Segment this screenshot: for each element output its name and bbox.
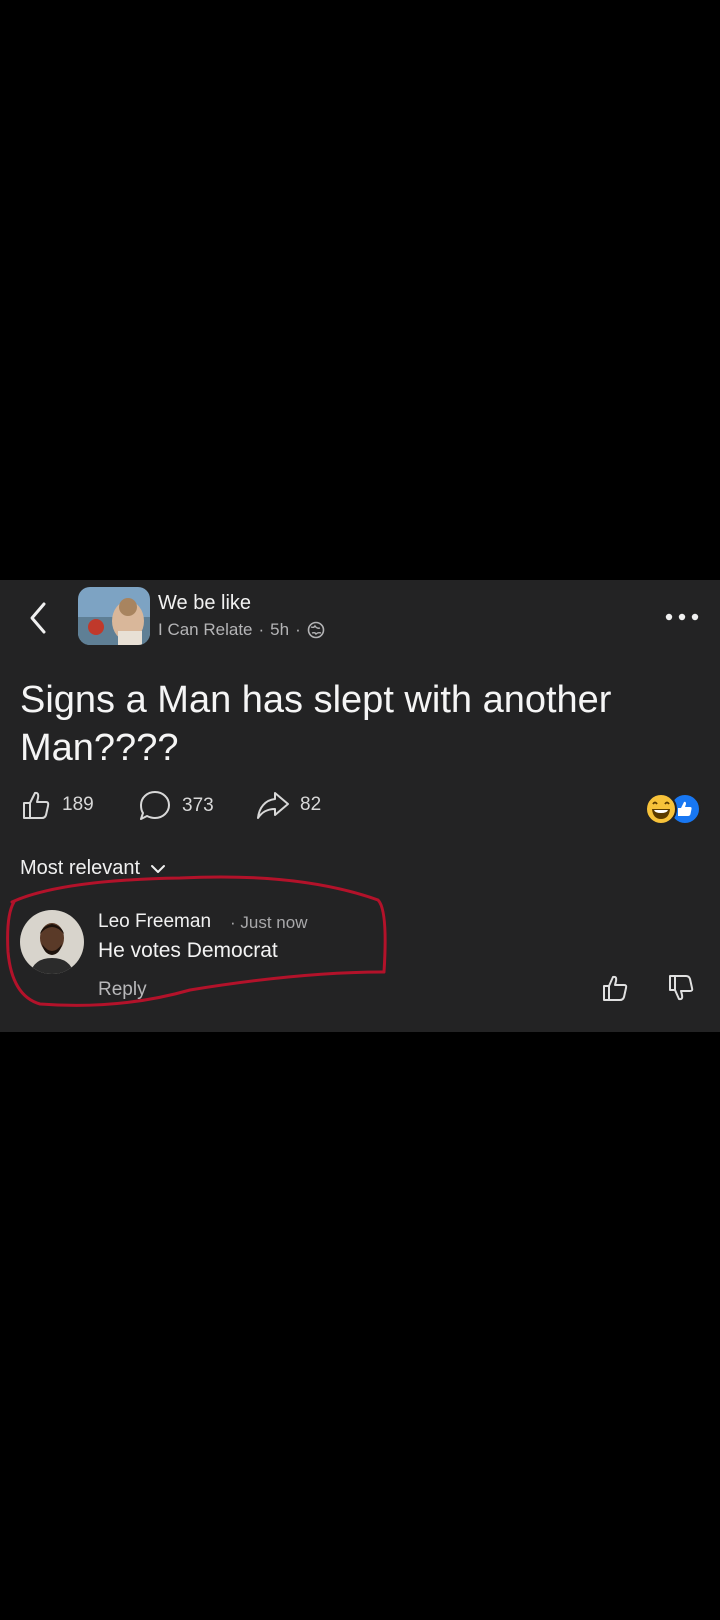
sort-dropdown[interactable]: Most relevant [20,857,166,880]
comment-count: 373 [182,795,214,816]
source-name[interactable]: I Can Relate [158,620,253,640]
reply-button[interactable]: Reply [98,979,147,1001]
sort-label: Most relevant [20,857,141,879]
group-avatar[interactable] [78,587,150,645]
more-horizontal-icon[interactable] [664,612,700,622]
comment-text: He votes Democrat [98,939,278,962]
post-meta: I Can Relate · 5h · [158,620,325,640]
share-icon [257,792,289,819]
share-count: 82 [300,794,322,815]
post-text: Signs a Man has slept with another Man??… [20,679,612,769]
laugh-reaction-icon [645,793,677,825]
chevron-down-icon [151,864,166,873]
like-button[interactable]: 189 [20,789,94,821]
meta-separator: · [258,620,265,639]
reaction-icons[interactable] [644,792,702,826]
comment-button[interactable]: 373 [138,789,214,823]
group-name[interactable]: We be like [158,592,251,615]
comment-upvote-icon[interactable] [600,973,630,1003]
globe-icon [307,621,325,639]
commenter-avatar[interactable] [20,910,84,974]
share-button[interactable]: 82 [256,789,321,821]
thumbs-up-icon [23,791,50,819]
comment-downvote-icon[interactable] [666,973,696,1003]
red-circle-annotation [6,875,387,1007]
post-panel: We be like I Can Relate · 5h · Signs a M… [0,580,720,1032]
comment-icon [140,791,170,820]
chevron-left-icon[interactable] [24,600,54,636]
meta-separator: · [295,620,301,639]
comment-time: · Just now [230,913,308,932]
post-time: 5h [270,620,290,639]
like-count: 189 [62,794,94,815]
commenter-name[interactable]: Leo Freeman [98,911,211,933]
